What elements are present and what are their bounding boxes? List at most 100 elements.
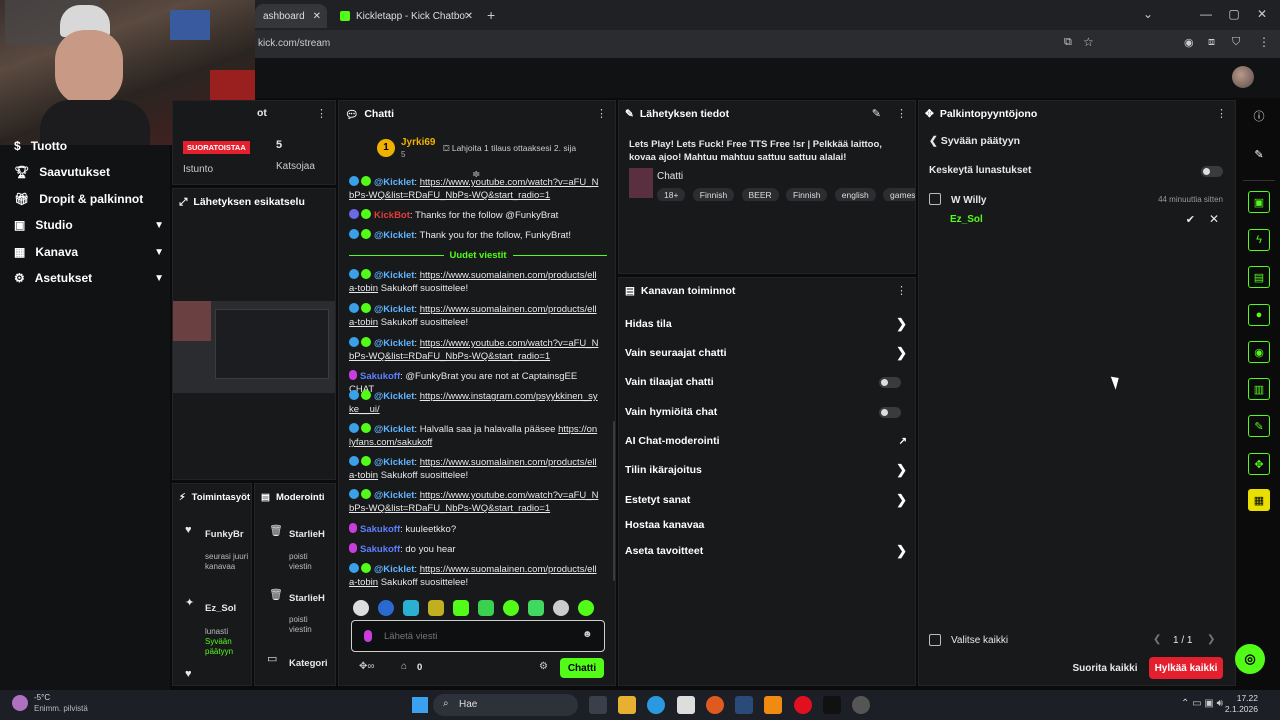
emote-icon[interactable] (403, 600, 419, 616)
points-icon[interactable]: ✥∞ (359, 661, 375, 672)
extensions-icon[interactable]: ⧈ (1208, 36, 1215, 49)
emoji-icon[interactable]: ☻ (582, 629, 593, 640)
support-icon[interactable]: ◎ (1235, 644, 1265, 674)
emote-icon[interactable] (528, 600, 544, 616)
back-button[interactable]: ❮ Syvään päätyyn (929, 135, 1020, 147)
close-icon[interactable]: ✕ (465, 11, 473, 22)
minimize-icon[interactable]: — (1198, 7, 1214, 21)
sidebar-item-achievements[interactable]: 🏆︎ Saavutukset (14, 165, 164, 179)
emote-icon[interactable] (428, 600, 444, 616)
clapperboard-icon[interactable]: ▦ (1248, 489, 1270, 511)
account-icon[interactable]: ◉ (1184, 36, 1194, 49)
store-icon[interactable]: ⌂ (401, 661, 407, 672)
mic-icon[interactable] (364, 630, 372, 642)
action-ai-moderation[interactable]: AI Chat-moderointi ↗ (625, 431, 907, 451)
stream-preview-thumbnail[interactable] (173, 301, 335, 393)
wrench-icon[interactable]: ✎ (1248, 415, 1270, 437)
chat-username[interactable]: @Kicklet (374, 564, 414, 575)
activity-user[interactable]: Ez_Sol (205, 603, 236, 614)
emote-icon[interactable] (553, 600, 569, 616)
chat-username[interactable]: Sakukoff (360, 544, 400, 555)
chat-username[interactable]: Sakukoff (360, 524, 400, 535)
chat-username[interactable]: @Kicklet (374, 424, 414, 435)
emote-icon[interactable] (578, 600, 594, 616)
approve-icon[interactable]: ✔ (1186, 213, 1195, 226)
sidebar-item-drops[interactable]: 🎁︎ Dropit & palkinnot (14, 192, 164, 206)
tab-activity[interactable]: Toimintasyöt (192, 492, 250, 503)
chat-username[interactable]: @Kicklet (374, 457, 414, 468)
opera-icon[interactable] (794, 696, 812, 714)
new-tab-icon[interactable]: + (487, 7, 495, 23)
firefox-icon[interactable] (706, 696, 724, 714)
menu-dots-icon[interactable]: ⋮ (896, 107, 907, 120)
store-icon[interactable] (677, 696, 695, 714)
gear-icon[interactable]: ⚙ (539, 661, 548, 672)
chat-username[interactable]: @Kicklet (374, 270, 414, 281)
shield-icon[interactable]: ⛉ (1232, 36, 1240, 49)
close-icon[interactable]: ✕ (313, 11, 321, 22)
chat-username[interactable]: @Kicklet (374, 304, 414, 315)
chat-username[interactable]: @Kicklet (374, 338, 414, 349)
tab-dashboard[interactable]: ashboard ✕ (255, 4, 327, 28)
chat-username[interactable]: @Kicklet (374, 490, 414, 501)
tag[interactable]: games (883, 188, 915, 201)
pencil-icon[interactable]: ✎ (872, 107, 881, 120)
pause-redemptions-toggle[interactable] (1201, 166, 1223, 177)
chat-username[interactable]: @Kicklet (374, 230, 414, 241)
action-age-restriction[interactable]: Tilin ikärajoitus ❯ (625, 460, 907, 480)
menu-dots-icon[interactable]: ⋮ (596, 107, 607, 120)
close-window-icon[interactable]: ✕ (1254, 7, 1270, 21)
send-button[interactable]: Chatti (560, 658, 604, 678)
emote-icon[interactable] (503, 600, 519, 616)
windows-start-icon[interactable] (412, 697, 428, 713)
layout-icon[interactable]: ▥ (1248, 378, 1270, 400)
sidebar-item-revenue[interactable]: $ Tuotto (14, 139, 164, 153)
sidebar-item-channel[interactable]: ▦ Kanava ▼ (14, 245, 164, 259)
action-followers-only[interactable]: Vain seuraajat chatti ❯ (625, 343, 907, 363)
taskbar-search[interactable]: Hae (433, 694, 578, 716)
sidebar-item-settings[interactable]: ⚙ Asetukset ▼ (14, 271, 164, 285)
menu-dots-icon[interactable]: ⋮ (1258, 35, 1270, 49)
avatar[interactable] (1232, 66, 1254, 88)
sidebar-item-studio[interactable]: ▣ Studio ▼ (14, 218, 164, 232)
chat-username[interactable]: KickBot (374, 210, 410, 221)
vlc-icon[interactable] (764, 696, 782, 714)
complete-all-button[interactable]: Suorita kaikki (1067, 657, 1143, 679)
action-set-goals[interactable]: Aseta tavoitteet ❯ (625, 541, 907, 561)
tag[interactable]: BEER (741, 188, 779, 201)
chat-bubble-icon[interactable]: ● (1248, 304, 1270, 326)
gift-sub-text[interactable]: ⛋ Lahjoita 1 tilaus ottaaksesi 2. sija (443, 143, 576, 154)
bolt-icon[interactable]: ϟ (1248, 229, 1270, 251)
tab-moderation[interactable]: Moderointi (276, 492, 325, 503)
emote-icon[interactable] (478, 600, 494, 616)
tag[interactable]: 18+ (657, 188, 686, 201)
bookmark-star-icon[interactable]: ☆ (1083, 35, 1094, 49)
mod-user[interactable]: Kategori (289, 658, 328, 669)
reject-all-button[interactable]: Hylkää kaikki (1149, 657, 1223, 679)
menu-dots-icon[interactable]: ⋮ (896, 284, 907, 297)
reject-icon[interactable]: ✕ (1209, 212, 1219, 226)
pinned-user[interactable]: Jyrki69 (401, 137, 435, 148)
chat-username[interactable]: @Kicklet (374, 391, 414, 402)
emote-icon[interactable] (378, 600, 394, 616)
file-explorer-icon[interactable] (618, 696, 636, 714)
emote-icon[interactable] (353, 600, 369, 616)
request-checkbox[interactable] (929, 193, 941, 205)
reward-icon[interactable]: ✥ (1248, 453, 1270, 475)
task-view-icon[interactable] (589, 696, 607, 714)
maximize-icon[interactable]: ▢ (1226, 7, 1242, 21)
chat-username[interactable]: Sakukoff (360, 371, 400, 382)
activity-user[interactable]: FunkyBr (205, 529, 244, 540)
category-name[interactable]: Chatti (657, 171, 683, 182)
pen-icon[interactable]: ✎ (1248, 143, 1270, 165)
chat-username[interactable]: @Kicklet (374, 177, 414, 188)
menu-dots-icon[interactable]: ⋮ (316, 107, 327, 120)
mod-user[interactable]: StarlieH (289, 593, 325, 604)
tag[interactable]: Finnish (786, 188, 828, 201)
edge-icon[interactable] (647, 696, 665, 714)
emote-only-toggle[interactable] (879, 406, 901, 418)
emote-icon[interactable] (453, 600, 469, 616)
list-icon[interactable]: ▤ (1248, 266, 1270, 288)
subscribers-only-toggle[interactable] (879, 376, 901, 388)
install-icon[interactable]: ⧉ (1064, 36, 1072, 49)
